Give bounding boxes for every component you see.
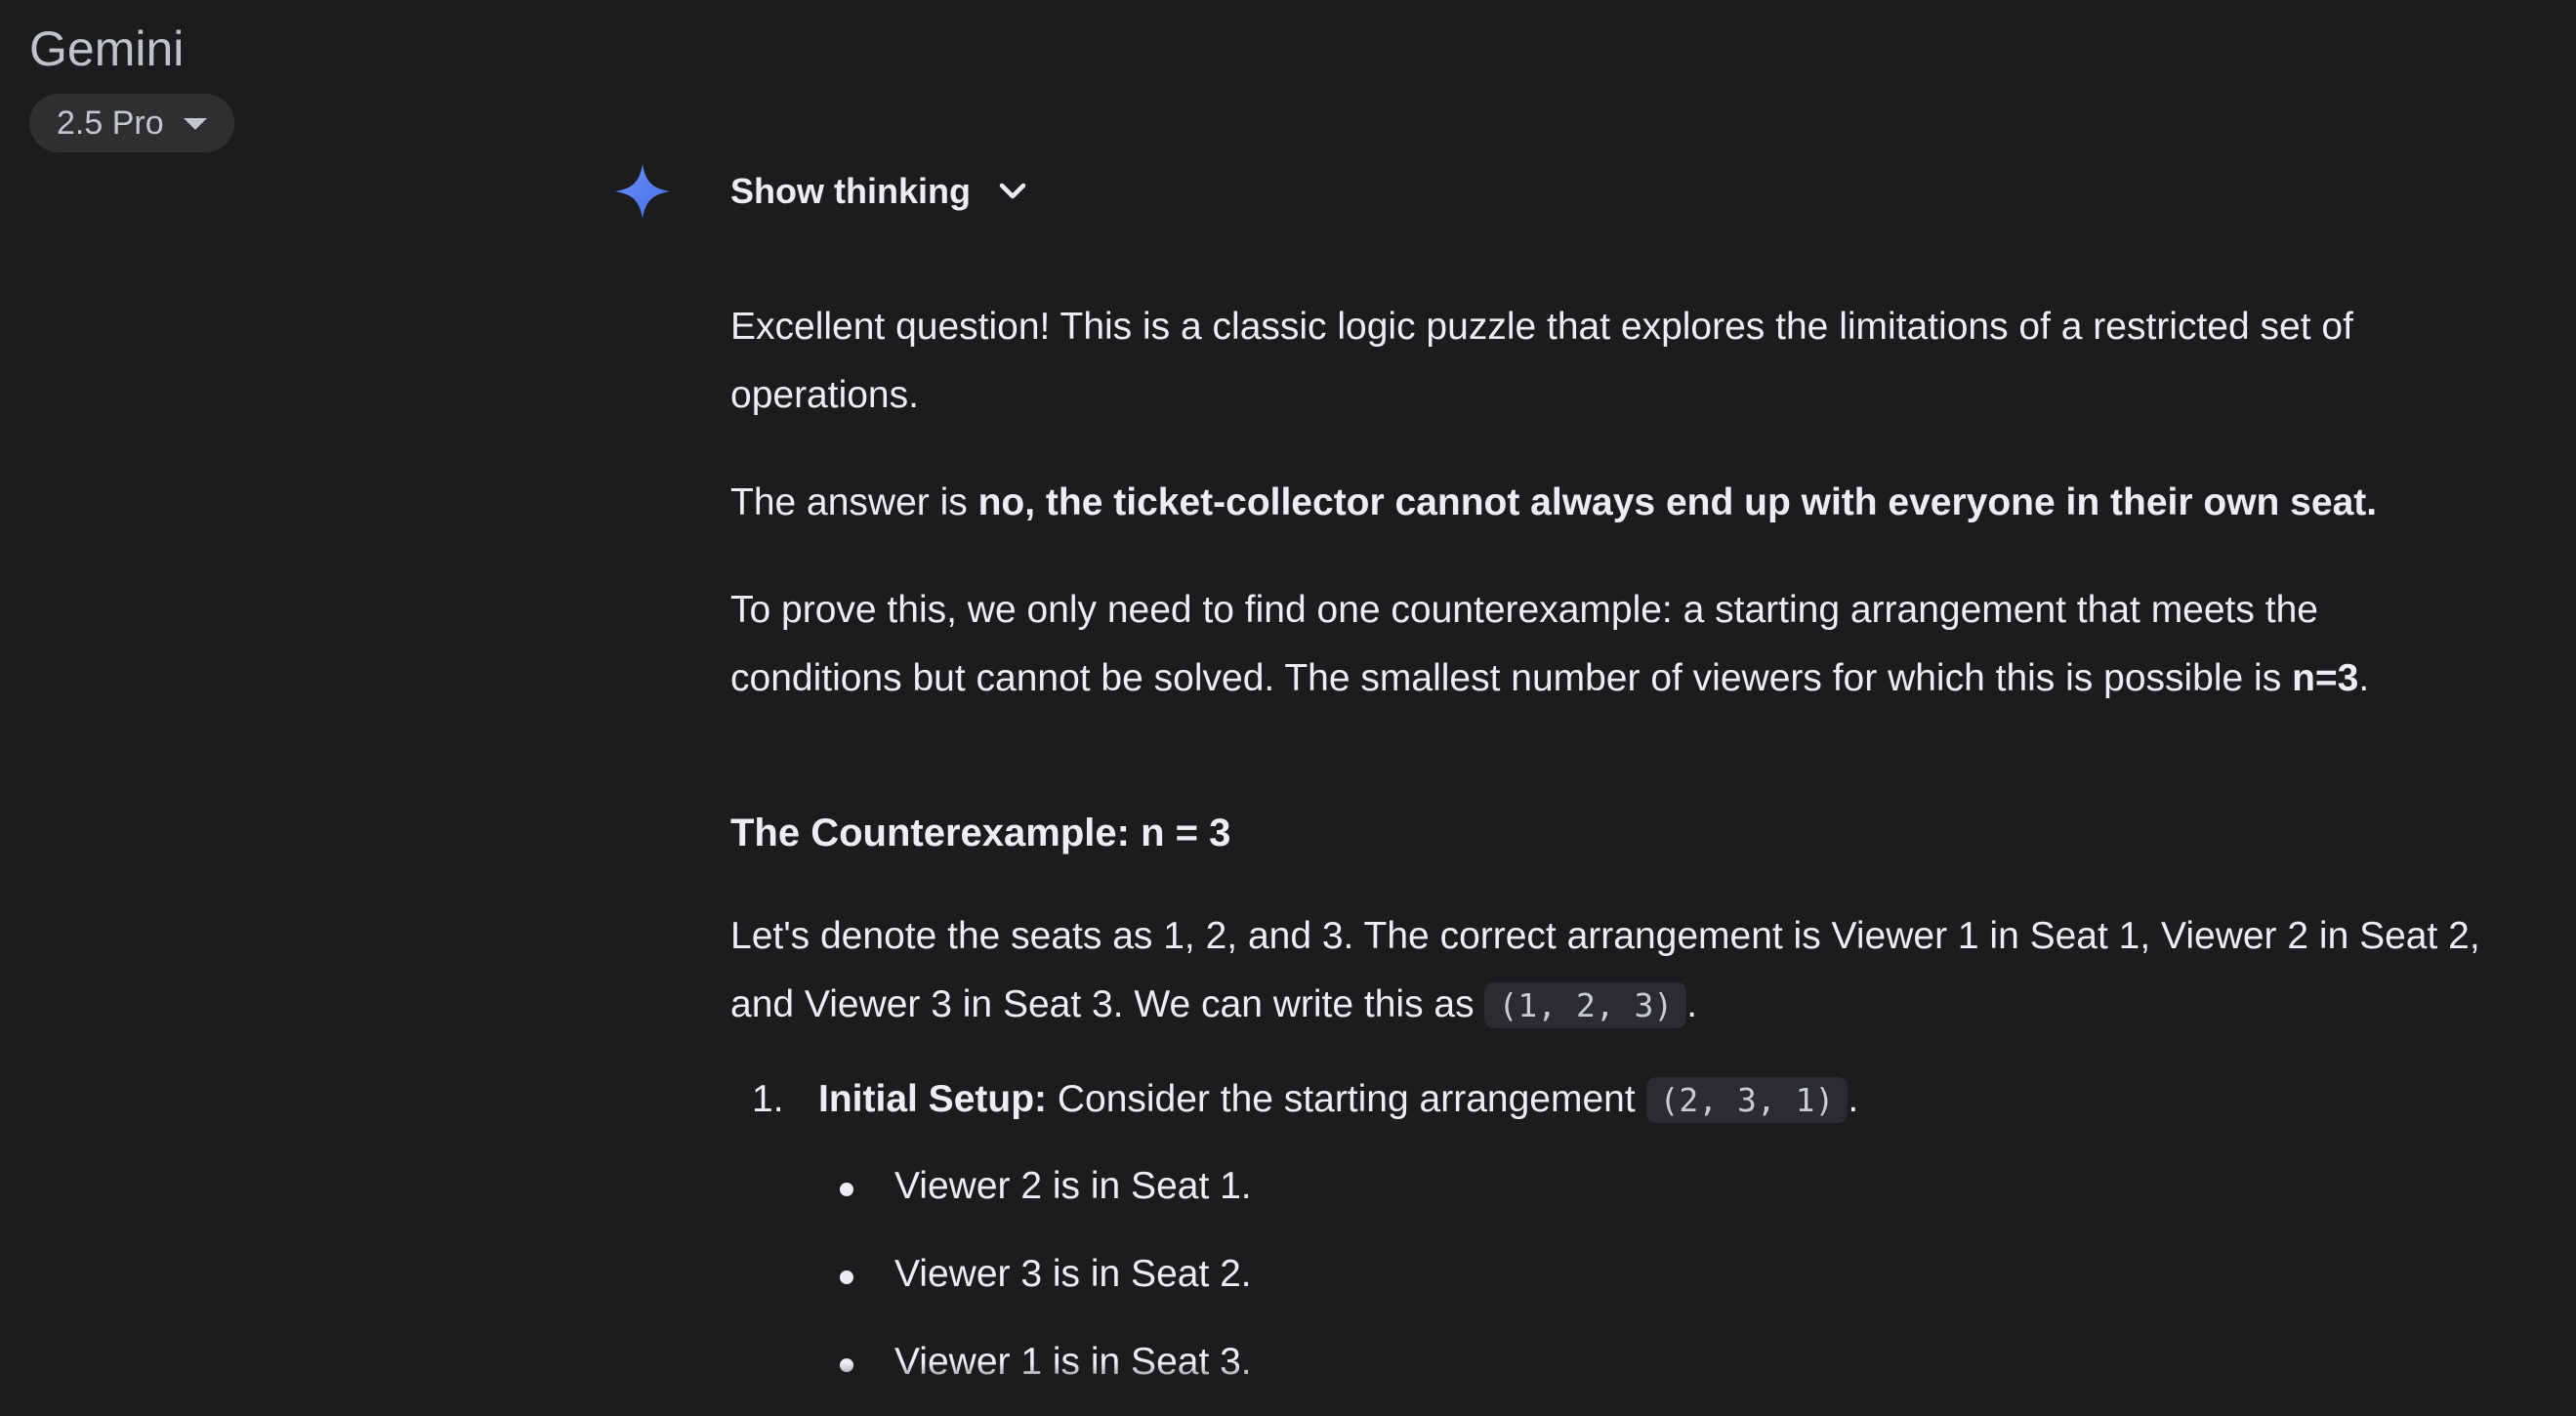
n-value-bold: n=3 bbox=[2292, 657, 2359, 699]
app-title: Gemini bbox=[29, 21, 185, 76]
show-thinking-label: Show thinking bbox=[730, 171, 971, 211]
inline-code: (2, 3, 1) bbox=[1645, 1077, 1849, 1123]
chevron-down-icon bbox=[999, 183, 1026, 199]
answer-bold: no, the ticket-collector cannot always e… bbox=[977, 481, 2378, 523]
step-title: Initial Setup: bbox=[818, 1078, 1047, 1120]
show-thinking-toggle[interactable]: Show thinking bbox=[730, 156, 1029, 227]
steps-list: 1. Initial Setup: Consider the starting … bbox=[730, 1065, 2488, 1396]
gemini-spark-icon bbox=[615, 164, 670, 219]
list-item: Viewer 3 is in Seat 2. bbox=[730, 1240, 2488, 1309]
dropdown-caret-icon bbox=[183, 118, 207, 130]
section-heading: The Counterexample: n = 3 bbox=[730, 812, 1231, 854]
seats-paragraph: Let's denote the seats as 1, 2, and 3. T… bbox=[730, 902, 2488, 1040]
bullet-list: Viewer 2 is in Seat 1. Viewer 3 is in Se… bbox=[818, 1152, 2488, 1396]
proof-paragraph: To prove this, we only need to find one … bbox=[730, 589, 2370, 699]
list-item: Viewer 2 is in Seat 1. bbox=[730, 1152, 2488, 1221]
model-label: 2.5 Pro bbox=[57, 104, 164, 142]
response-paragraph: Excellent question! This is a classic lo… bbox=[730, 306, 2353, 416]
list-item: 1. Initial Setup: Consider the starting … bbox=[730, 1065, 2488, 1396]
step-number: 1. bbox=[752, 1078, 784, 1120]
inline-code: (1, 2, 3) bbox=[1484, 982, 1687, 1028]
response-body: Excellent question! This is a classic lo… bbox=[730, 293, 2488, 1416]
scroll-fade-overlay bbox=[0, 1363, 2576, 1412]
model-selector-button[interactable]: 2.5 Pro bbox=[29, 94, 234, 152]
answer-paragraph: The answer is no, the ticket-collector c… bbox=[730, 481, 2378, 523]
